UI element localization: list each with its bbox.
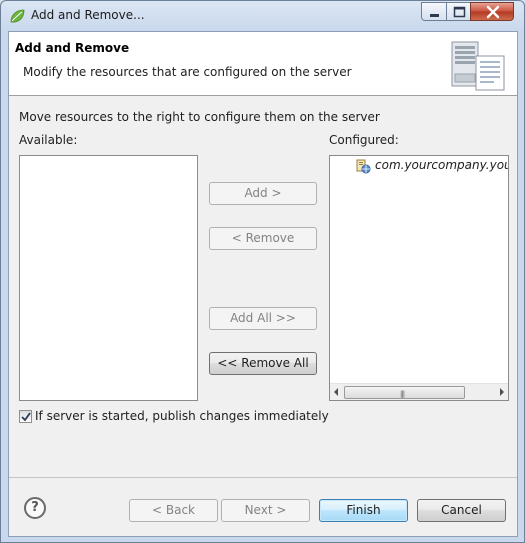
minimize-icon xyxy=(430,14,439,17)
dialog-client-area: Add and Remove Modify the resources that… xyxy=(8,31,518,537)
maximize-icon xyxy=(453,6,466,18)
configured-list[interactable]: com.yourcompany.yourp ||| xyxy=(329,155,509,401)
remove-button[interactable]: < Remove xyxy=(209,227,317,250)
scroll-thumb[interactable]: ||| xyxy=(344,386,465,399)
close-button[interactable] xyxy=(470,2,514,21)
dialog-window: Add and Remove... Add and Remove Modify … xyxy=(0,0,525,543)
remove-all-button[interactable]: << Remove All xyxy=(209,352,317,375)
server-icon xyxy=(451,41,505,91)
minimize-button[interactable] xyxy=(421,2,447,21)
help-icon[interactable]: ? xyxy=(24,497,46,519)
publish-checkbox[interactable] xyxy=(19,410,32,423)
tree-item-label: com.yourcompany.yourp xyxy=(375,158,508,172)
close-icon xyxy=(486,5,500,19)
publish-checkbox-label: If server is started, publish changes im… xyxy=(35,409,329,423)
add-all-button[interactable]: Add All >> xyxy=(209,307,317,330)
instruction-text: Move resources to the right to configure… xyxy=(19,110,380,124)
scroll-left-icon[interactable] xyxy=(334,388,338,396)
back-button[interactable]: < Back xyxy=(129,499,218,522)
page-description: Modify the resources that are configured… xyxy=(23,65,352,79)
maximize-button[interactable] xyxy=(446,2,471,21)
spring-leaf-icon xyxy=(10,9,25,23)
page-title: Add and Remove xyxy=(15,41,130,55)
add-button[interactable]: Add > xyxy=(209,182,317,205)
window-title: Add and Remove... xyxy=(31,8,145,22)
cancel-button[interactable]: Cancel xyxy=(417,499,506,522)
footer-divider xyxy=(9,477,517,478)
grip-icon: ||| xyxy=(400,390,405,398)
wizard-header: Add and Remove Modify the resources that… xyxy=(9,32,517,96)
next-button[interactable]: Next > xyxy=(221,499,310,522)
configured-label: Configured: xyxy=(329,133,399,147)
available-list[interactable] xyxy=(19,155,198,401)
horizontal-scrollbar[interactable]: ||| xyxy=(330,383,508,400)
checkmark-icon xyxy=(21,412,31,422)
scroll-right-icon[interactable] xyxy=(500,388,504,396)
title-bar[interactable]: Add and Remove... xyxy=(1,1,524,31)
finish-button[interactable]: Finish xyxy=(319,499,408,522)
available-label: Available: xyxy=(19,133,78,147)
web-module-icon xyxy=(356,159,371,174)
